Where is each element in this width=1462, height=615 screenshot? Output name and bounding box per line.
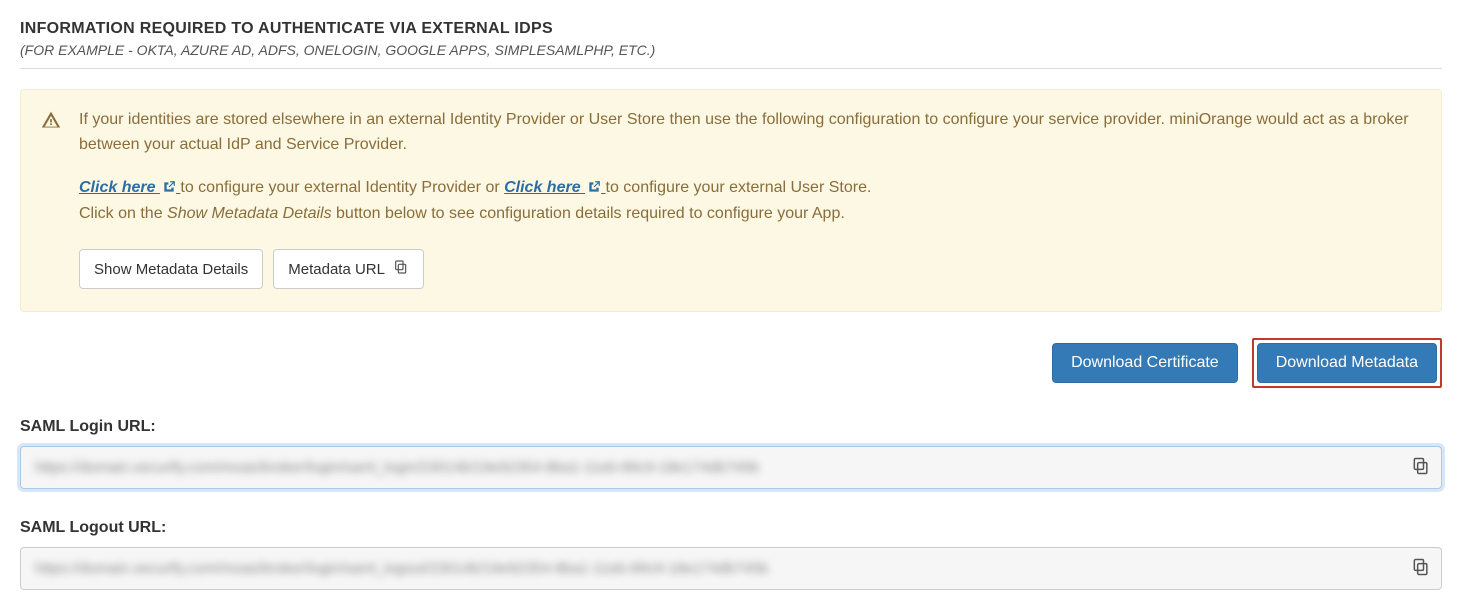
saml-login-label: SAML Login URL: [20,418,1442,436]
saml-logout-label: SAML Logout URL: [20,519,1442,537]
saml-logout-url-value: https://domain.xecurify.com/moas/broker/… [35,560,1395,577]
metadata-url-button[interactable]: Metadata URL [273,249,424,289]
info-alert: If your identities are stored elsewhere … [20,89,1442,312]
saml-logout-field-block: SAML Logout URL: https://domain.xecurify… [20,519,1442,590]
link-text: Click here [504,179,580,196]
download-actions: Download Certificate Download Metadata [20,338,1442,388]
alert-text-segment: to configure your external User Store. [606,179,872,196]
warning-icon [41,108,61,289]
saml-logout-url-field[interactable]: https://domain.xecurify.com/moas/broker/… [20,547,1442,590]
external-link-icon [587,178,601,203]
download-metadata-button[interactable]: Download Metadata [1257,343,1437,383]
button-label: Metadata URL [288,261,385,278]
link-text: Click here [79,179,155,196]
saml-login-url-field[interactable]: https://domain.xecurify.com/moas/broker/… [20,446,1442,489]
copy-icon[interactable] [1411,456,1431,480]
download-certificate-button[interactable]: Download Certificate [1052,343,1238,383]
page-title: INFORMATION REQUIRED TO AUTHENTICATE VIA… [20,20,1442,38]
alert-text-segment: Click on the [79,205,167,222]
download-metadata-highlight: Download Metadata [1252,338,1442,388]
alert-text-segment: to configure your external Identity Prov… [180,179,504,196]
copy-icon [393,259,409,279]
show-metadata-button[interactable]: Show Metadata Details [79,249,263,289]
alert-body: If your identities are stored elsewhere … [79,108,1421,289]
copy-icon[interactable] [1411,557,1431,581]
configure-idp-link[interactable]: Click here [79,179,180,196]
divider [20,68,1442,69]
alert-intro-text: If your identities are stored elsewhere … [79,108,1421,158]
saml-login-field-block: SAML Login URL: https://domain.xecurify.… [20,418,1442,489]
external-link-icon [162,178,176,203]
alert-text-segment: button below to see configuration detail… [332,205,845,222]
metadata-hint-em: Show Metadata Details [167,205,332,222]
configure-user-store-link[interactable]: Click here [504,179,605,196]
page-subtitle: (FOR EXAMPLE - OKTA, AZURE AD, ADFS, ONE… [20,42,1442,58]
saml-login-url-value: https://domain.xecurify.com/moas/broker/… [35,459,1395,476]
